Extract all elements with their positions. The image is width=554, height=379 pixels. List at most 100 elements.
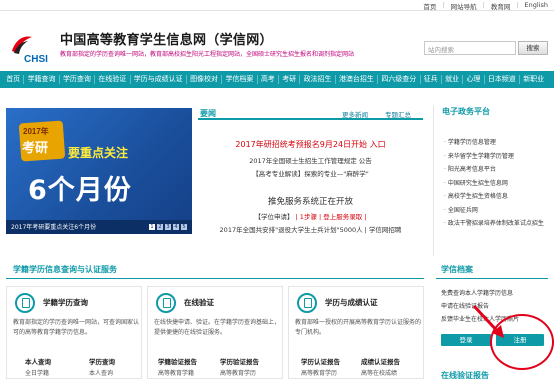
- e-gov-sidebar: 电子政务平台 学籍学历信息管理 来华留学生学籍学历管理 阳光高考信息平台 中国研…: [433, 106, 548, 256]
- card-cert[interactable]: 学历与成绩认证 教育部唯一授权的开展高等教育学历认证服务的专门机构。 学历认证报…: [288, 286, 424, 379]
- banner-page-dot[interactable]: 5: [181, 224, 187, 230]
- card-online-verify[interactable]: 在线验证 在线快捷申请、验证。在学籍学历查询基础上，提供便捷的在线验证服务。 学…: [147, 286, 283, 379]
- search-button[interactable]: 搜索: [518, 41, 548, 55]
- nav-item-verify[interactable]: 在线验证: [95, 75, 131, 84]
- card-sublink[interactable]: 本人查询: [89, 368, 113, 377]
- card-link[interactable]: 成绩认证报告: [361, 356, 400, 366]
- news-tag[interactable]: 【学位申请】: [254, 213, 293, 221]
- banner-page-dot[interactable]: 4: [173, 224, 179, 230]
- nav-item-image[interactable]: 图像校对: [187, 75, 223, 84]
- sidebar-item[interactable]: 高校学生招生资格信息: [444, 190, 544, 204]
- sidebar-item[interactable]: 学籍学历信息管理: [444, 136, 544, 150]
- card-title[interactable]: 学历与成绩认证: [325, 297, 378, 308]
- site-description: 教育部指定的学历查询唯一网站，教育部高校招生阳光工程指定网站，全国硕士研究生招生…: [60, 51, 355, 58]
- card-sublink[interactable]: 全日学籍: [25, 368, 49, 377]
- site-header: CHSI 中国高等教育学生信息网（学信网） 教育部指定的学历查询唯一网站，教育部…: [0, 11, 554, 71]
- archive-title: 学信档案: [441, 265, 473, 274]
- news-item[interactable]: 【高考专业解读】探索的专业—"麻醉学": [198, 168, 423, 178]
- sidebar-item[interactable]: 政法干警招录培养体制改革试点招生: [444, 217, 544, 231]
- news-panel: 要闻 更多新闻 专题汇总 2017年研招统考预报名9月24日开始 入口 2017…: [198, 106, 423, 236]
- news-headline[interactable]: 2017年研招统考预报名9月24日开始 入口: [198, 139, 423, 150]
- sidebar-item[interactable]: 全国征兵网: [444, 204, 544, 218]
- main-nav: 首页 学籍查询 学历查询 在线验证 学历与成绩认证 图像校对 学信档案 高考 考…: [0, 71, 554, 88]
- top-links: 首页 | 网站导航 | 教育网 | English: [423, 1, 548, 11]
- services-title: 学籍学历信息查询与认证服务: [13, 265, 117, 274]
- top-bar: 首页 | 网站导航 | 教育网 | English: [0, 0, 554, 11]
- headline-entry-link[interactable]: 入口: [370, 140, 386, 149]
- card-title[interactable]: 在线验证: [184, 297, 214, 308]
- headline-text[interactable]: 2017年研招统考预报名9月24日开始: [235, 140, 367, 149]
- news-title: 要闻: [200, 109, 216, 118]
- document-icon: [15, 293, 35, 313]
- nav-item-xinli[interactable]: 心理: [463, 75, 485, 84]
- banner-carousel[interactable]: 2017年 考研 要重点关注 6个月份 2017年考研要重点关注6个月份 1 2…: [6, 108, 192, 234]
- card-title[interactable]: 学籍学历查询: [43, 297, 88, 308]
- card-link[interactable]: 学历认证报告: [301, 356, 340, 366]
- banner-page-dot[interactable]: 1: [149, 224, 155, 230]
- sidebar-item[interactable]: 来华留学生学籍学历管理: [444, 150, 544, 164]
- archive-item[interactable]: 免费查询本人学籍学历信息: [441, 288, 513, 297]
- banner-caption[interactable]: 2017年考研要重点关注6个月份: [11, 222, 96, 231]
- card-sublink[interactable]: 高等教育学籍: [158, 368, 194, 377]
- sidebar-item[interactable]: 中国研究生招生信息网: [444, 177, 544, 191]
- nav-item-xueji[interactable]: 学籍查询: [24, 75, 60, 84]
- nav-item-xueli[interactable]: 学历查询: [60, 75, 96, 84]
- news-item[interactable]: 2017年全国硕士生招生工作管理规定 公告: [198, 155, 423, 165]
- divider: |: [442, 1, 445, 9]
- news-item[interactable]: 2017年全国共安排"退役大学生士兵计划"5000人 | 学信网招聘: [198, 224, 423, 234]
- nav-item-home[interactable]: 首页: [3, 75, 25, 84]
- banner-page-dot[interactable]: 3: [165, 224, 171, 230]
- nav-item-kaoyan[interactable]: 考研: [279, 75, 301, 84]
- news-header: 要闻 更多新闻 专题汇总: [198, 106, 423, 120]
- nav-item-gangao[interactable]: 港澳台招生: [336, 75, 379, 84]
- banner-big-text: 6个月份: [28, 175, 132, 206]
- nav-item-cet[interactable]: 四六级查分: [378, 75, 421, 84]
- divider: |: [516, 1, 519, 9]
- news-section-title[interactable]: 推免服务系统正在开放: [198, 195, 423, 207]
- card-xueji-query[interactable]: 学籍学历查询 教育部指定的学历查询唯一网站，可查询国家认可的高等教育学籍学历信息…: [6, 286, 142, 379]
- card-desc: 教育部指定的学历查询唯一网站，可查询国家认可的高等教育学籍学历信息。: [13, 319, 140, 336]
- logo-text: CHSI: [24, 54, 48, 65]
- sidebar-title: 电子政务平台: [442, 107, 490, 116]
- divider: [436, 278, 548, 279]
- card-link[interactable]: 本人查询: [25, 356, 51, 366]
- divider: [6, 278, 424, 279]
- nav-item-archive[interactable]: 学信档案: [222, 75, 258, 84]
- nav-item-gaokao[interactable]: 高考: [258, 75, 279, 84]
- card-sublink[interactable]: 高等教育学历: [220, 368, 256, 377]
- banner-badge-word: 考研: [22, 141, 49, 156]
- card-link[interactable]: 学籍验证报告: [158, 356, 197, 366]
- document-icon: [297, 293, 317, 313]
- top-link-edu[interactable]: 教育网: [491, 1, 511, 11]
- news-links[interactable]: | 1步骤 | 登上服务录取 |: [296, 213, 367, 221]
- card-sublink[interactable]: 高等在校成绩: [361, 368, 397, 377]
- card-desc: 在线快捷申请、验证。在学籍学历查询基础上，提供便捷的在线验证服务。: [154, 319, 281, 336]
- more-news-link[interactable]: 更多新闻: [342, 109, 368, 119]
- search-input[interactable]: 站内搜索: [424, 41, 516, 55]
- nav-item-newjob[interactable]: 新职业: [520, 75, 547, 84]
- sidebar-item[interactable]: 阳光高考信息平台: [444, 163, 544, 177]
- nav-item-cert[interactable]: 学历与成绩认证: [131, 75, 187, 84]
- news-item: 【学位申请】 | 1步骤 | 登上服务录取 |: [198, 211, 423, 221]
- annotation-arrow-icon: [472, 304, 504, 338]
- nav-item-zhengbing[interactable]: 征兵: [421, 75, 442, 84]
- card-desc: 教育部唯一授权的开展高等教育学历认证服务的专门机构。: [295, 319, 422, 336]
- card-link[interactable]: 学历查询: [89, 356, 115, 366]
- verify-report-title: 在线验证报告: [441, 371, 489, 379]
- site-title: 中国高等教育学生信息网（学信网）: [60, 33, 273, 48]
- sidebar-list: 学籍学历信息管理 来华留学生学籍学历管理 阳光高考信息平台 中国研究生招生信息网…: [444, 136, 544, 231]
- nav-item-jiuye[interactable]: 就业: [442, 75, 464, 84]
- top-link-home[interactable]: 首页: [423, 1, 436, 11]
- top-link-english[interactable]: English: [525, 1, 548, 11]
- banner-badge-year: 2017年: [23, 127, 49, 136]
- divider: |: [482, 1, 485, 9]
- top-link-sitemap[interactable]: 网站导航: [451, 1, 477, 11]
- card-sublink[interactable]: 高等教育学历: [301, 368, 337, 377]
- document-icon: [156, 293, 176, 313]
- site-logo[interactable]: CHSI: [4, 33, 54, 69]
- nav-item-japan[interactable]: 日本频道: [485, 75, 520, 84]
- topics-link[interactable]: 专题汇总: [385, 109, 411, 119]
- card-link[interactable]: 学历验证报告: [220, 356, 259, 366]
- banner-page-dot[interactable]: 2: [157, 224, 163, 230]
- nav-item-zhengfa[interactable]: 政法招生: [300, 75, 336, 84]
